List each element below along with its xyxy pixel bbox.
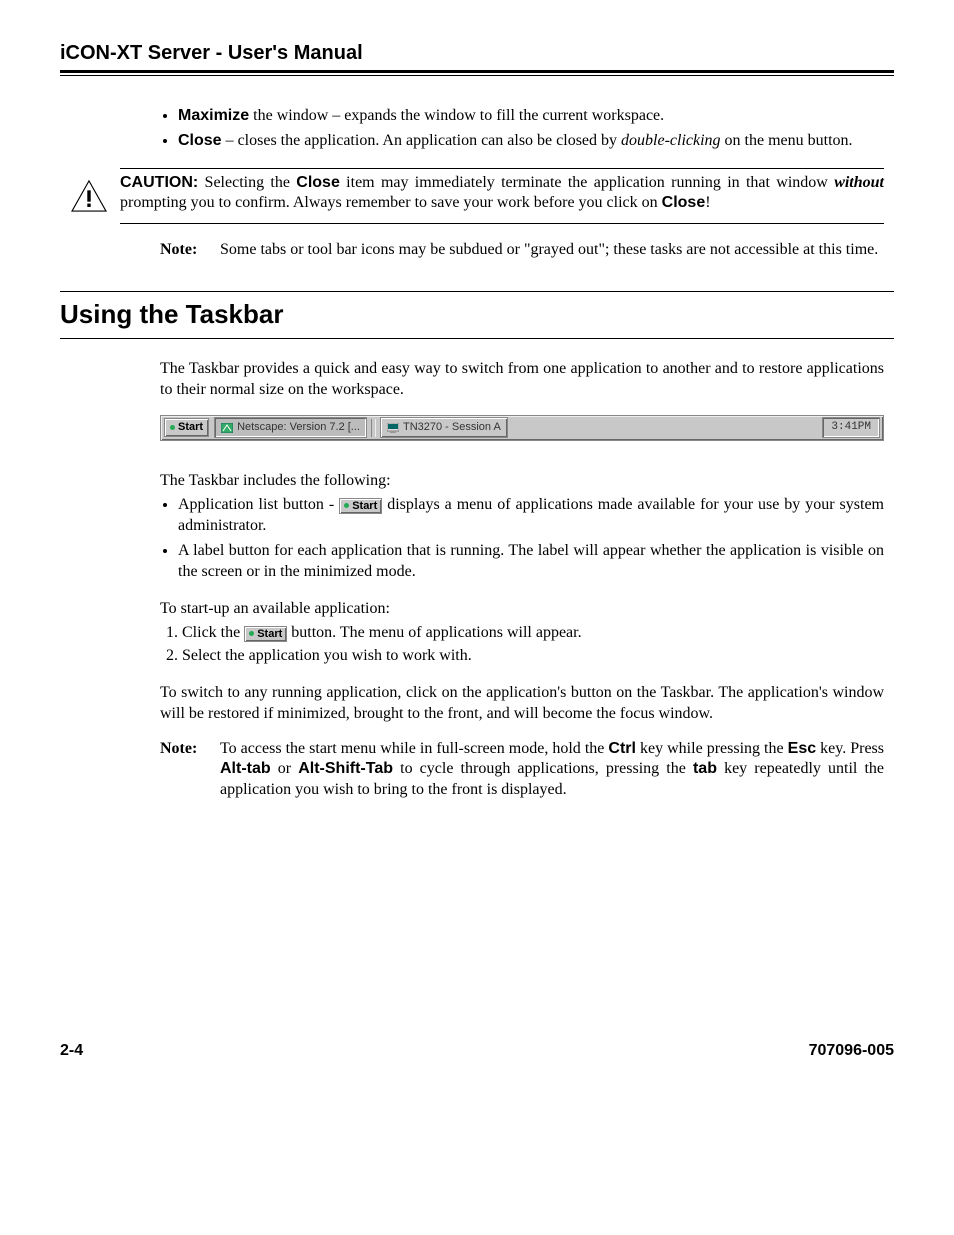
startup-steps: Click the Start button. The menu of appl… [160,623,884,667]
close-italic: double-clicking [621,132,721,149]
note2-body: To access the start menu while in full-s… [220,739,884,801]
caution-text: CAUTION: Selecting the Close item may im… [120,173,884,215]
inline-start-button-1[interactable]: Start [339,498,382,514]
close-rest: on the menu button. [721,132,853,149]
note-label: Note: [160,240,220,261]
step-select-app: Select the application you wish to work … [182,646,884,667]
startup-intro: To start-up an available application: [160,599,884,620]
taskbar-app-tn3270[interactable]: TN3270 - Session A [380,417,508,437]
header-rule-thin [60,75,894,76]
taskbar-app2-label: TN3270 - Session A [403,420,501,434]
step-click-start: Click the Start button. The menu of appl… [182,623,884,644]
start-label: Start [178,420,203,434]
includes-intro: The Taskbar includes the following: [160,471,884,492]
bullet-label-button: A label button for each application that… [178,541,884,583]
section-heading-taskbar: Using the Taskbar [60,298,894,332]
netscape-icon [221,423,233,433]
section-rule-top [60,291,894,292]
start-icon [170,425,175,430]
header-rule-thick [60,70,894,73]
taskbar-illustration: Start Netscape: Version 7.2 [... TN3270 … [160,415,884,441]
note-body: Some tabs or tool bar icons may be subdu… [220,240,884,261]
close-label: Close [178,132,222,149]
taskbar-intro: The Taskbar provides a quick and easy wa… [160,359,884,401]
caution-label: CAUTION: [120,174,198,191]
taskbar-includes-list: Application list button - Start displays… [160,495,884,582]
note2-label: Note: [160,739,220,801]
window-menu-bullets: Maximize the window – expands the window… [160,106,884,152]
caution-icon [70,179,108,220]
maximize-label: Maximize [178,107,249,124]
note-grayed-out: Note: Some tabs or tool bar icons may be… [160,240,884,261]
maximize-text: the window – expands the window to fill … [249,107,664,124]
terminal-icon [387,423,399,433]
taskbar-clock: 3:41PM [822,417,880,437]
start-icon [344,503,349,508]
close-mid: – closes the application. An application… [222,132,621,149]
inline-start-button-2[interactable]: Start [244,626,287,642]
bullet-close: Close – closes the application. An appli… [178,131,884,152]
taskbar-separator [371,419,376,437]
start-icon [249,631,254,636]
bullet-app-list-button: Application list button - Start displays… [178,495,884,537]
page-footer: 2-4 707096-005 [60,1041,894,1062]
bullet-maximize: Maximize the window – expands the window… [178,106,884,127]
note-fullscreen: Note: To access the start menu while in … [160,739,884,801]
section-rule-bottom [60,338,894,339]
document-number: 707096-005 [809,1041,894,1062]
switch-paragraph: To switch to any running application, cl… [160,683,884,725]
taskbar-app1-label: Netscape: Version 7.2 [... [237,420,360,434]
caution-box: CAUTION: Selecting the Close item may im… [120,168,884,225]
page-header-title: iCON-XT Server - User's Manual [60,40,894,66]
taskbar-app-netscape[interactable]: Netscape: Version 7.2 [... [214,417,367,437]
page-number: 2-4 [60,1041,83,1062]
taskbar-start-button[interactable]: Start [164,418,209,436]
